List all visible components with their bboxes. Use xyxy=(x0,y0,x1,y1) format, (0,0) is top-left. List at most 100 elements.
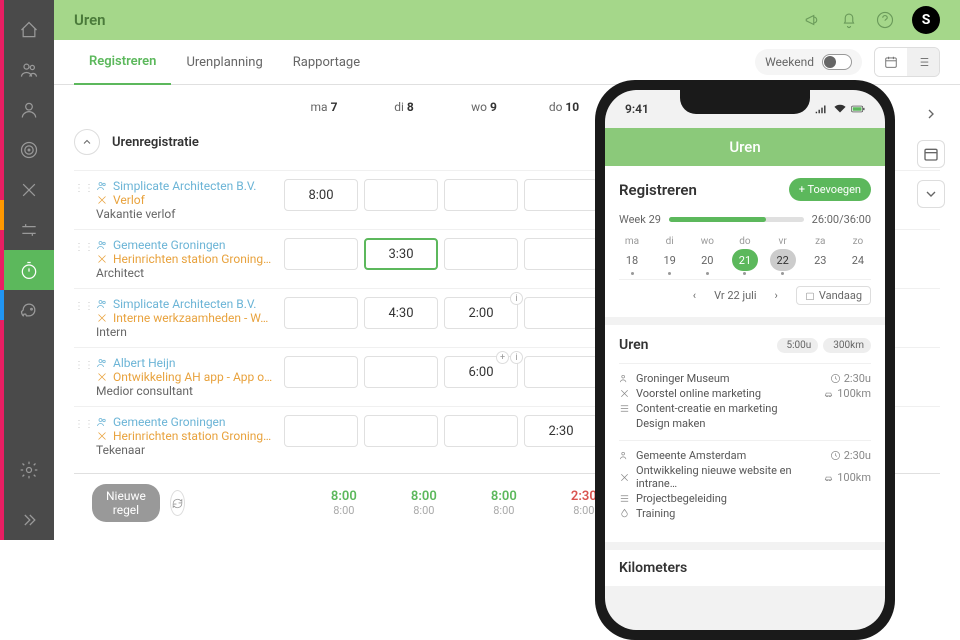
day-column: ma 7 xyxy=(284,100,364,114)
tab-bar: RegistrerenUrenplanningRapportage Weeken… xyxy=(54,40,960,85)
total-cell: 8:008:00 xyxy=(467,489,541,517)
time-cell[interactable] xyxy=(284,238,358,270)
tab-controls: Weekend xyxy=(755,47,940,77)
phone-day-labels: madiwodovrzazo xyxy=(619,236,871,247)
chevron-right-icon xyxy=(923,106,939,122)
time-cell[interactable] xyxy=(284,297,358,329)
phone-notch xyxy=(680,90,810,114)
drag-handle[interactable]: ⋮⋮ xyxy=(74,179,92,194)
total-cell: 8:008:00 xyxy=(387,489,461,517)
phone-date-row: 18 19 20 21 22 23 24 xyxy=(619,249,871,271)
time-cell[interactable]: 8:00 xyxy=(284,179,358,211)
drag-handle[interactable]: ⋮⋮ xyxy=(74,238,92,253)
date-chip[interactable]: 24 xyxy=(845,249,871,271)
drag-handle[interactable]: ⋮⋮ xyxy=(74,297,92,312)
time-cell[interactable]: 3:30 xyxy=(364,238,438,270)
date-chip[interactable]: 20 xyxy=(694,249,720,271)
sidebar-expand[interactable] xyxy=(4,500,54,540)
tab-urenplanning[interactable]: Urenplanning xyxy=(171,40,277,85)
toggle-switch[interactable] xyxy=(822,54,852,70)
page-title: Uren xyxy=(74,11,106,29)
client-label[interactable]: Albert Heijn xyxy=(96,356,284,370)
sidebar-users[interactable] xyxy=(4,50,54,90)
signal-icon xyxy=(815,104,829,114)
dropdown-button[interactable] xyxy=(917,180,945,208)
project-label[interactable]: Ontwikkeling AH app - App o… xyxy=(96,370,284,384)
target-icon xyxy=(19,140,39,160)
drag-handle[interactable]: ⋮⋮ xyxy=(74,415,92,430)
time-entry[interactable]: Gemeente Amsterdam2:30uOntwikkeling nieu… xyxy=(619,440,871,530)
time-cell[interactable] xyxy=(524,179,598,211)
time-cell[interactable] xyxy=(524,238,598,270)
time-cell[interactable] xyxy=(524,297,598,329)
mini-calendar-button[interactable] xyxy=(917,140,945,168)
time-cell[interactable] xyxy=(444,179,518,211)
sidebar-home[interactable] xyxy=(4,10,54,50)
client-label[interactable]: Gemeente Groningen xyxy=(96,415,284,429)
next-day-button[interactable]: › xyxy=(771,287,782,304)
time-cell[interactable] xyxy=(364,356,438,388)
time-cell[interactable] xyxy=(364,415,438,447)
client-label[interactable]: Simplicate Architecten B.V. xyxy=(96,297,284,311)
next-week-button[interactable] xyxy=(917,100,945,128)
bell-icon[interactable] xyxy=(840,11,858,29)
sidebar-person[interactable] xyxy=(4,90,54,130)
date-chip[interactable]: 22 xyxy=(770,249,796,271)
time-cell[interactable]: 2:30 xyxy=(524,415,598,447)
row-info: Simplicate Architecten B.V.Interne werkz… xyxy=(92,297,284,339)
weekend-toggle[interactable]: Weekend xyxy=(755,49,862,75)
new-row-button[interactable]: Nieuwe regel xyxy=(92,484,160,522)
date-chip[interactable]: 21 xyxy=(732,249,758,271)
project-label[interactable]: Interne werkzaamheden - W… xyxy=(96,311,284,325)
time-cell[interactable] xyxy=(524,356,598,388)
project-label[interactable]: Verlof xyxy=(96,193,284,207)
help-icon[interactable] xyxy=(876,11,894,29)
gear-icon xyxy=(19,460,39,480)
tab-rapportage[interactable]: Rapportage xyxy=(278,40,375,85)
battery-icon xyxy=(851,104,865,114)
megaphone-icon[interactable] xyxy=(804,11,822,29)
refresh-button[interactable] xyxy=(170,490,185,516)
kilometers-title: Kilometers xyxy=(605,550,885,586)
row-info: Albert HeijnOntwikkeling AH app - App o…… xyxy=(92,356,284,398)
sidebar-target[interactable] xyxy=(4,130,54,170)
role-label: Tekenaar xyxy=(96,443,284,457)
list-view-button[interactable] xyxy=(907,48,939,76)
time-entry[interactable]: Groninger Museum2:30uVoorstel online mar… xyxy=(619,363,871,440)
right-controls xyxy=(917,100,945,208)
time-cell[interactable]: 2:00i xyxy=(444,297,518,329)
time-cell[interactable]: 4:30 xyxy=(364,297,438,329)
row-info: Gemeente GroningenHerinrichten station G… xyxy=(92,415,284,457)
user-avatar[interactable]: S xyxy=(912,6,940,34)
drag-handle[interactable]: ⋮⋮ xyxy=(74,356,92,371)
collapse-button[interactable] xyxy=(74,129,100,155)
prev-day-button[interactable]: ‹ xyxy=(689,287,700,304)
calendar-icon xyxy=(805,291,815,301)
client-label[interactable]: Simplicate Architecten B.V. xyxy=(96,179,284,193)
date-chip[interactable]: 19 xyxy=(657,249,683,271)
sidebar-settings[interactable] xyxy=(4,450,54,490)
sidebar-tools[interactable] xyxy=(4,170,54,210)
add-button[interactable]: + Toevoegen xyxy=(789,178,871,201)
calendar-view-button[interactable] xyxy=(875,48,907,76)
time-cell[interactable]: 6:00i+ xyxy=(444,356,518,388)
client-label[interactable]: Gemeente Groningen xyxy=(96,238,284,252)
tab-registreren[interactable]: Registreren xyxy=(74,40,171,85)
week-progress: Week 29 26:00/36:00 xyxy=(619,213,871,226)
person-icon xyxy=(19,100,39,120)
date-chip[interactable]: 23 xyxy=(807,249,833,271)
time-cell[interactable] xyxy=(284,356,358,388)
sidebar-piggy[interactable] xyxy=(4,290,54,330)
time-cell[interactable] xyxy=(444,238,518,270)
list-icon xyxy=(916,55,930,69)
sidebar-timer[interactable] xyxy=(4,250,54,290)
time-cell[interactable] xyxy=(444,415,518,447)
time-cell[interactable] xyxy=(284,415,358,447)
home-icon xyxy=(19,20,39,40)
project-label[interactable]: Herinrichten station Groning… xyxy=(96,429,284,443)
today-button[interactable]: Vandaag xyxy=(796,286,871,305)
sidebar-sliders[interactable] xyxy=(4,210,54,250)
date-chip[interactable]: 18 xyxy=(619,249,645,271)
time-cell[interactable] xyxy=(364,179,438,211)
project-label[interactable]: Herinrichten station Groning… xyxy=(96,252,284,266)
